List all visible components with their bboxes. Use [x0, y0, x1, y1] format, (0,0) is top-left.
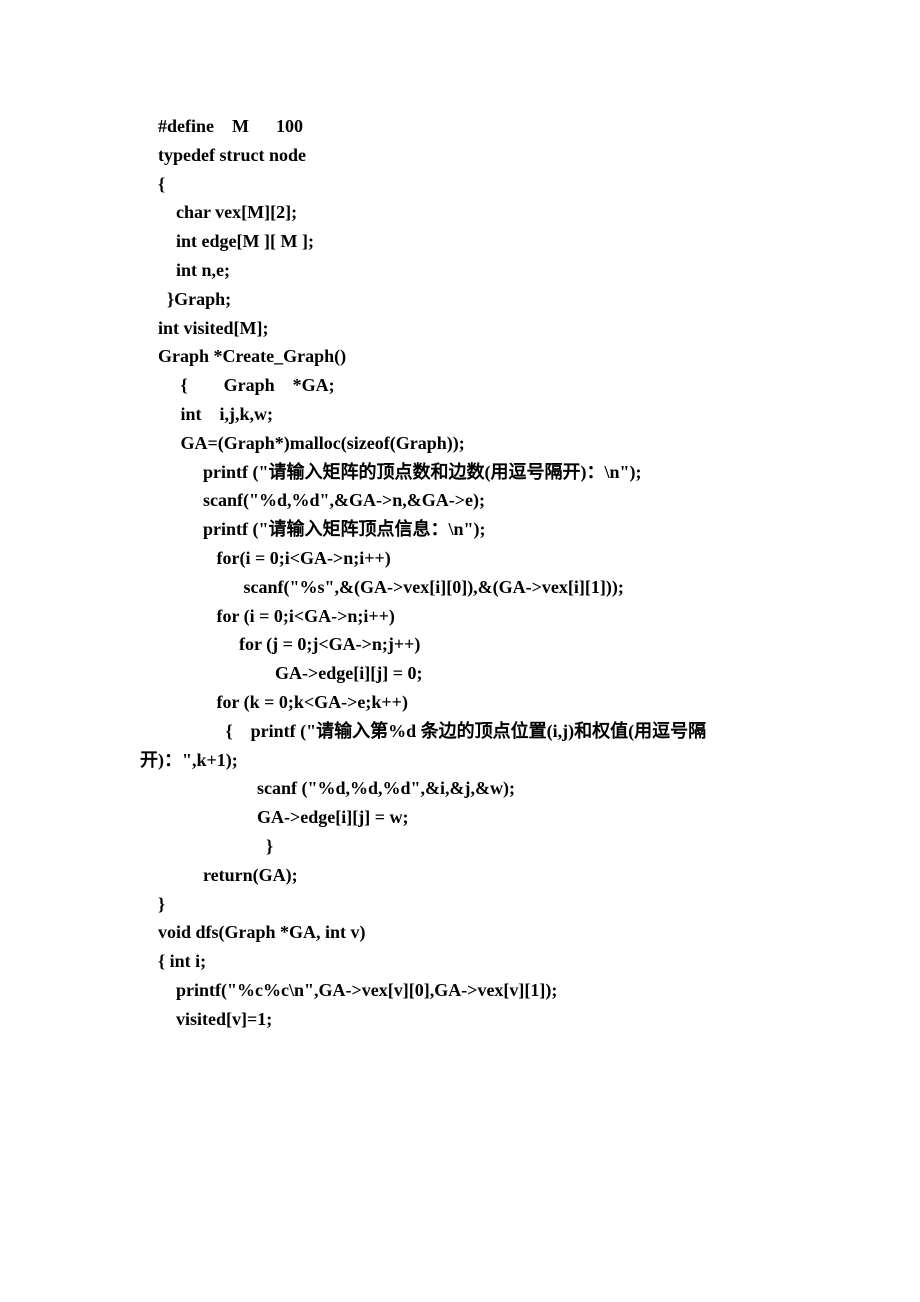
- code-line: }: [0, 832, 920, 861]
- code-line: scanf ("%d,%d,%d",&i,&j,&w);: [0, 774, 920, 803]
- code-line: scanf("%s",&(GA->vex[i][0]),&(GA->vex[i]…: [0, 573, 920, 602]
- code-line: int edge[M ][ M ];: [0, 227, 920, 256]
- code-line: printf ("请输入矩阵顶点信息：\n");: [0, 515, 920, 544]
- code-line: }: [0, 890, 920, 919]
- code-line: for (i = 0;i<GA->n;i++): [0, 602, 920, 631]
- code-line: { Graph *GA;: [0, 371, 920, 400]
- code-line: char vex[M][2];: [0, 198, 920, 227]
- code-line: }Graph;: [0, 285, 920, 314]
- code-line: int i,j,k,w;: [0, 400, 920, 429]
- code-line: return(GA);: [0, 861, 920, 890]
- code-line: GA=(Graph*)malloc(sizeof(Graph));: [0, 429, 920, 458]
- document-page: #define M 100 typedef struct node { char…: [0, 0, 920, 1302]
- code-line: typedef struct node: [0, 141, 920, 170]
- code-line: printf("%c%c\n",GA->vex[v][0],GA->vex[v]…: [0, 976, 920, 1005]
- code-line: GA->edge[i][j] = w;: [0, 803, 920, 832]
- code-line: { printf ("请输入第%d 条边的顶点位置(i,j)和权值(用逗号隔: [0, 717, 920, 746]
- code-line: int n,e;: [0, 256, 920, 285]
- code-line: void dfs(Graph *GA, int v): [0, 918, 920, 947]
- code-line: scanf("%d,%d",&GA->n,&GA->e);: [0, 486, 920, 515]
- code-line: int visited[M];: [0, 314, 920, 343]
- code-line: 开)：",k+1);: [0, 746, 920, 775]
- code-line: for(i = 0;i<GA->n;i++): [0, 544, 920, 573]
- code-line: {: [0, 170, 920, 199]
- code-line: printf ("请输入矩阵的顶点数和边数(用逗号隔开)：\n");: [0, 458, 920, 487]
- code-line: for (k = 0;k<GA->e;k++): [0, 688, 920, 717]
- code-line: { int i;: [0, 947, 920, 976]
- code-line: Graph *Create_Graph(): [0, 342, 920, 371]
- code-line: for (j = 0;j<GA->n;j++): [0, 630, 920, 659]
- code-line: GA->edge[i][j] = 0;: [0, 659, 920, 688]
- code-line: #define M 100: [0, 112, 920, 141]
- code-line: visited[v]=1;: [0, 1005, 920, 1034]
